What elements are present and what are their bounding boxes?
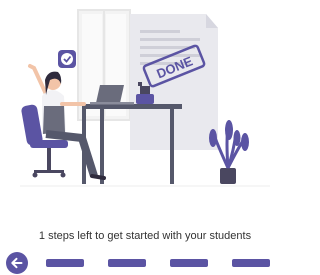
progress-segment [232, 259, 270, 267]
progress-segment [46, 259, 84, 267]
progress-segment [170, 259, 208, 267]
back-button[interactable] [6, 252, 28, 274]
check-badge-icon [58, 50, 76, 68]
steps-left-text: 1 steps left to get started with your st… [38, 230, 252, 242]
progress-segment [108, 259, 146, 267]
done-illustration: DONE [20, 0, 270, 200]
arrow-left-icon [6, 252, 28, 274]
progress-steps [46, 259, 278, 267]
